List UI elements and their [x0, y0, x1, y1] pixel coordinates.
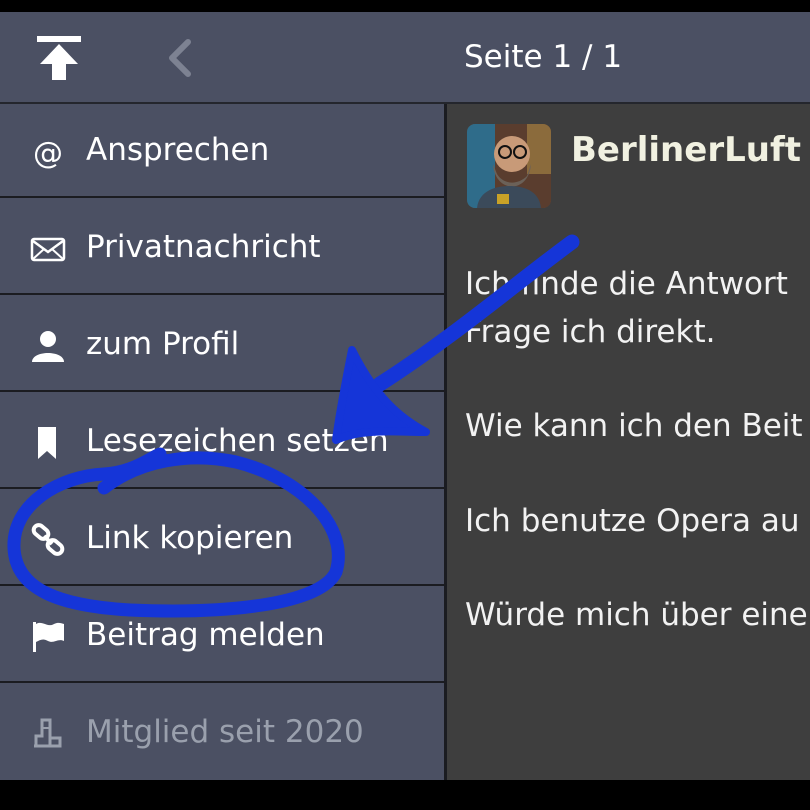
menu-item-profile[interactable]: zum Profil — [0, 298, 444, 392]
envelope-icon — [30, 231, 66, 267]
bookmark-icon — [30, 425, 66, 461]
member-icon — [30, 716, 66, 752]
menu-item-label: Privatnachricht — [86, 229, 321, 265]
menu-item-label: zum Profil — [86, 326, 240, 362]
post-text-line: Wie kann ich den Beit — [465, 408, 803, 444]
menu-item-member-since: Mitglied seit 2020 — [0, 686, 444, 780]
menu-item-label: Link kopieren — [86, 520, 294, 556]
menu-item-label: Lesezeichen setzen — [86, 423, 389, 459]
page-indicator: Seite 1 / 1 — [464, 39, 623, 75]
scroll-to-top-button[interactable] — [34, 34, 84, 84]
menu-item-label: Mitglied seit 2020 — [86, 714, 364, 750]
avatar[interactable] — [467, 124, 551, 208]
menu-item-bookmark[interactable]: Lesezeichen setzen — [0, 395, 444, 489]
chevron-left-icon — [169, 39, 191, 77]
menu-item-copy-link[interactable]: Link kopieren — [0, 492, 444, 586]
arrow-up-to-top-icon — [37, 36, 81, 80]
post-text-line: Frage ich direkt. — [465, 314, 716, 350]
menu-item-report-post[interactable]: Beitrag melden — [0, 589, 444, 683]
post-text-line: Ich benutze Opera au — [465, 503, 800, 539]
post-content: BerlinerLuft Ich finde die Antwort Frage… — [447, 104, 810, 780]
post-author-name[interactable]: BerlinerLuft — [571, 128, 801, 172]
back-button[interactable] — [160, 36, 200, 80]
menu-item-mention[interactable]: @ Ansprechen — [0, 104, 444, 198]
at-icon: @ — [30, 134, 66, 171]
app-window: Seite 1 / 1 @ Ansprechen Privatnachricht — [0, 12, 810, 780]
post-context-menu: @ Ansprechen Privatnachricht zum Profil … — [0, 104, 447, 780]
user-icon — [30, 328, 66, 364]
post-text-line: Würde mich über eine — [465, 597, 808, 633]
svg-text:@: @ — [33, 136, 63, 170]
menu-item-label: Beitrag melden — [86, 617, 325, 653]
post-text-line: Ich finde die Antwort — [465, 266, 788, 302]
link-icon — [30, 522, 66, 558]
menu-item-private-message[interactable]: Privatnachricht — [0, 201, 444, 295]
menu-item-label: Ansprechen — [86, 132, 270, 168]
flag-icon — [30, 619, 66, 655]
top-bar: Seite 1 / 1 — [0, 12, 810, 104]
